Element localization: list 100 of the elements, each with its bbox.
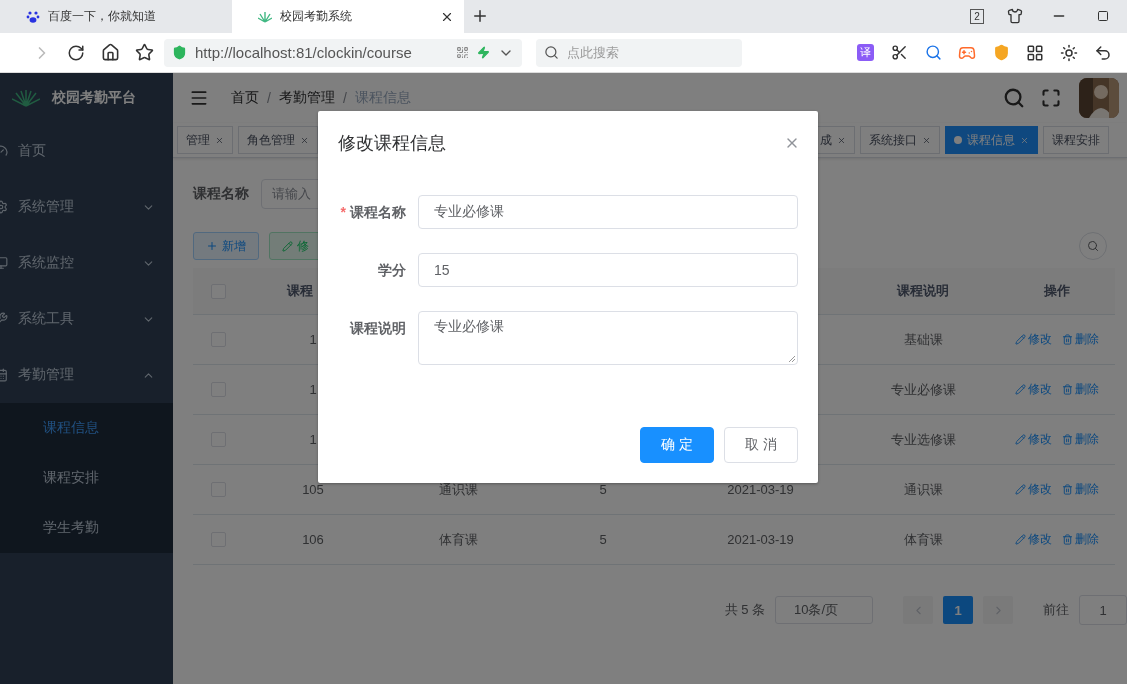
table-cell-text: 1 [308,382,318,397]
star-icon[interactable] [134,43,154,62]
table-cell-text: 基础课 [902,330,944,349]
table-cell-text: 5 [598,532,608,547]
leaf-icon [258,10,272,23]
table-cell-text: 通识课 [902,480,944,499]
page-tag[interactable]: 系统接口 [860,126,940,154]
fullscreen-icon[interactable] [1041,88,1061,108]
edit-link[interactable]: 修改 [1014,381,1052,398]
field-label: 课程说明 [348,319,406,338]
total-count: 共 5 条 [724,601,765,619]
shield-icon[interactable] [992,44,1010,61]
dot-icon [954,136,962,144]
text-area[interactable]: 专业必修课 [418,311,798,365]
input-field[interactable]: 专业必修课 [418,195,798,229]
cancel-button[interactable]: 取 消 [724,427,798,463]
logo-icon [12,89,40,107]
page-number[interactable]: 1 [943,596,973,624]
table-cell-text: 体育课 [437,530,479,549]
edit-link[interactable]: 修改 [1014,331,1052,348]
trash-icon [1061,484,1073,495]
translate-badge[interactable]: 译 [856,44,874,61]
maximize-icon[interactable] [1097,10,1109,22]
grid-icon[interactable] [1026,43,1044,62]
confirm-button[interactable]: 确 定 [640,427,714,463]
trash-icon [1061,534,1073,545]
delete-link[interactable]: 删除 [1061,531,1099,548]
shirt-icon[interactable] [1007,8,1023,24]
page-size-select[interactable]: 10条/页 [775,596,873,624]
submenu-item[interactable]: 学生考勤 [0,503,173,553]
search-icon [544,45,559,60]
tab-count-badge[interactable]: 2 [970,8,984,24]
undo-icon[interactable] [1094,43,1112,62]
page-tag[interactable]: 课程安排 [1043,126,1109,154]
page-tag[interactable]: 课程信息 [945,126,1038,154]
menu-item[interactable]: 系统工具 [0,291,173,347]
add-button[interactable]: 新增 [193,232,259,260]
address-bar[interactable]: http://localhost:81/clockin/course [164,38,522,67]
column-header: 课程 [285,282,314,300]
menu-item[interactable]: 系统管理 [0,179,173,235]
table-cell-text: 1 [308,332,318,347]
lightning-icon[interactable] [477,46,490,59]
breadcrumb-item[interactable]: 考勤管理 [278,89,335,107]
table-cell-text: 专业必修课 [889,380,957,399]
sun-icon[interactable] [1060,43,1078,62]
pencil-icon [1014,384,1026,395]
edit-link[interactable]: 修改 [1014,431,1052,448]
pencil-icon [1014,334,1026,345]
edit-link[interactable]: 修改 [1014,481,1052,498]
plus-icon [206,240,218,252]
new-tab-icon[interactable] [471,7,489,25]
search-icon[interactable] [1003,87,1025,109]
breadcrumb-separator: / [267,90,271,106]
table-cell-text: 专业选修课 [889,430,957,449]
magnifier-icon[interactable] [924,44,942,61]
table-cell-text: 体育课 [902,530,944,549]
refresh-icon[interactable] [67,43,85,62]
delete-link[interactable]: 删除 [1061,331,1099,348]
trash-icon [1061,434,1073,445]
home-icon[interactable] [100,43,120,62]
delete-link[interactable]: 删除 [1061,431,1099,448]
table-cell-text: 2021-03-19 [726,482,795,497]
input-field[interactable]: 15 [418,253,798,287]
scissors-icon[interactable] [890,44,908,61]
browser-tab[interactable]: 百度一下，你就知道 [0,0,232,33]
field-label: 学分 [377,261,406,280]
edit-link[interactable]: 修改 [1014,531,1052,548]
column-header: 课程说明 [895,282,950,300]
page-tag[interactable]: 角色管理 [238,126,318,154]
browser-tab[interactable]: 校园考勤系统 [232,0,464,33]
page-tag[interactable]: 管理 [177,126,233,154]
dialog-title: 修改课程信息 [338,132,446,155]
column-header: 操作 [1042,282,1071,300]
trash-icon [1061,334,1073,345]
paw-icon [26,9,40,24]
table-cell-text: 通识课 [437,480,479,499]
pencil-icon [1014,434,1026,445]
shield-icon [172,45,187,60]
menu-item[interactable]: 考勤管理 [0,347,173,403]
table-cell-text: 2021-03-19 [726,532,795,547]
page-input[interactable]: 1 [1079,595,1127,625]
table-cell-text: 106 [301,532,325,547]
resize-handle-icon[interactable] [788,355,796,363]
search-field[interactable]: 点此搜索 [536,38,742,67]
url-text: http://localhost:81/clockin/course [195,44,413,61]
page-tag[interactable]: 成 [817,126,855,154]
submenu-item[interactable]: 课程安排 [0,453,173,503]
menu-item[interactable]: 系统监控 [0,235,173,291]
table-cell-text: 5 [598,482,608,497]
hamburger-icon[interactable] [189,88,209,108]
trash-icon [1061,384,1073,395]
field-label: * 课程名称 [339,203,406,222]
menu-item[interactable]: 首页 [0,123,173,179]
delete-link[interactable]: 删除 [1061,381,1099,398]
form-label: 课程名称 [193,185,249,203]
breadcrumb-item[interactable]: 首页 [231,89,259,107]
submenu-item[interactable]: 课程信息 [0,403,173,453]
table-cell-text: 105 [301,482,325,497]
qr-code-icon[interactable] [456,46,469,59]
delete-link[interactable]: 删除 [1061,481,1099,498]
